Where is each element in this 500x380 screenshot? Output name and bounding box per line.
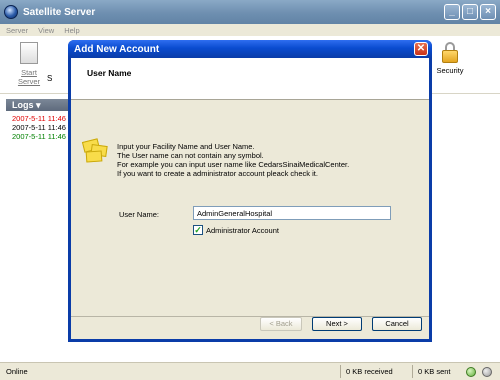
start-server-button[interactable]: Start Server bbox=[12, 42, 46, 86]
menu-view[interactable]: View bbox=[38, 26, 54, 35]
dialog-close-button[interactable]: ✕ bbox=[414, 42, 428, 56]
log-line: 2007-5-11 11:46 bbox=[12, 114, 66, 123]
add-account-dialog: Add New Account ✕ User Name Input your F… bbox=[68, 40, 432, 342]
security-label: Security bbox=[436, 66, 464, 75]
connection-led-icon bbox=[466, 367, 476, 377]
dialog-title: Add New Account bbox=[74, 43, 160, 55]
menubar: Server View Help bbox=[0, 24, 500, 36]
dialog-body: User Name Input your Facility Name and U… bbox=[71, 58, 429, 339]
menu-help[interactable]: Help bbox=[64, 26, 79, 35]
window-title: Satellite Server bbox=[23, 6, 96, 18]
logs-header[interactable]: Logs ▾ bbox=[6, 99, 70, 111]
main-titlebar: Satellite Server _ □ × bbox=[0, 0, 500, 24]
dialog-titlebar: Add New Account ✕ bbox=[68, 40, 432, 58]
status-sent: 0 KB sent bbox=[418, 367, 451, 376]
cancel-button[interactable]: Cancel bbox=[372, 317, 422, 331]
status-received: 0 KB received bbox=[346, 367, 393, 376]
log-line: 2007-5-11 11:46 bbox=[12, 132, 66, 141]
next-button[interactable]: Next > bbox=[312, 317, 362, 331]
satellite-app-icon bbox=[4, 5, 18, 19]
user-name-label: User Name: bbox=[119, 210, 160, 219]
instructions-text: Input your Facility Name and User Name. … bbox=[117, 142, 350, 178]
toolbar-partial-label[interactable]: S bbox=[47, 74, 52, 83]
close-button[interactable]: × bbox=[480, 4, 496, 20]
admin-account-row[interactable]: ✓ Administrator Account bbox=[193, 225, 279, 235]
start-server-label: Start Server bbox=[17, 68, 41, 86]
menu-server[interactable]: Server bbox=[6, 26, 28, 35]
maximize-button[interactable]: □ bbox=[462, 4, 478, 20]
statusbar: Online 0 KB received 0 KB sent bbox=[0, 362, 500, 380]
lock-icon bbox=[442, 42, 458, 64]
security-button[interactable]: Security bbox=[430, 42, 470, 75]
activity-led-icon bbox=[482, 367, 492, 377]
wizard-step-title: User Name bbox=[71, 58, 429, 100]
status-online: Online bbox=[6, 367, 28, 376]
server-icon bbox=[20, 42, 38, 64]
minimize-button[interactable]: _ bbox=[444, 4, 460, 20]
sticky-notes-icon bbox=[81, 138, 109, 164]
log-line: 2007-5-11 11:46 bbox=[12, 123, 66, 132]
admin-account-checkbox[interactable]: ✓ bbox=[193, 225, 203, 235]
user-name-input[interactable] bbox=[193, 206, 391, 220]
back-button[interactable]: < Back bbox=[260, 317, 302, 331]
admin-account-label[interactable]: Administrator Account bbox=[206, 226, 279, 235]
